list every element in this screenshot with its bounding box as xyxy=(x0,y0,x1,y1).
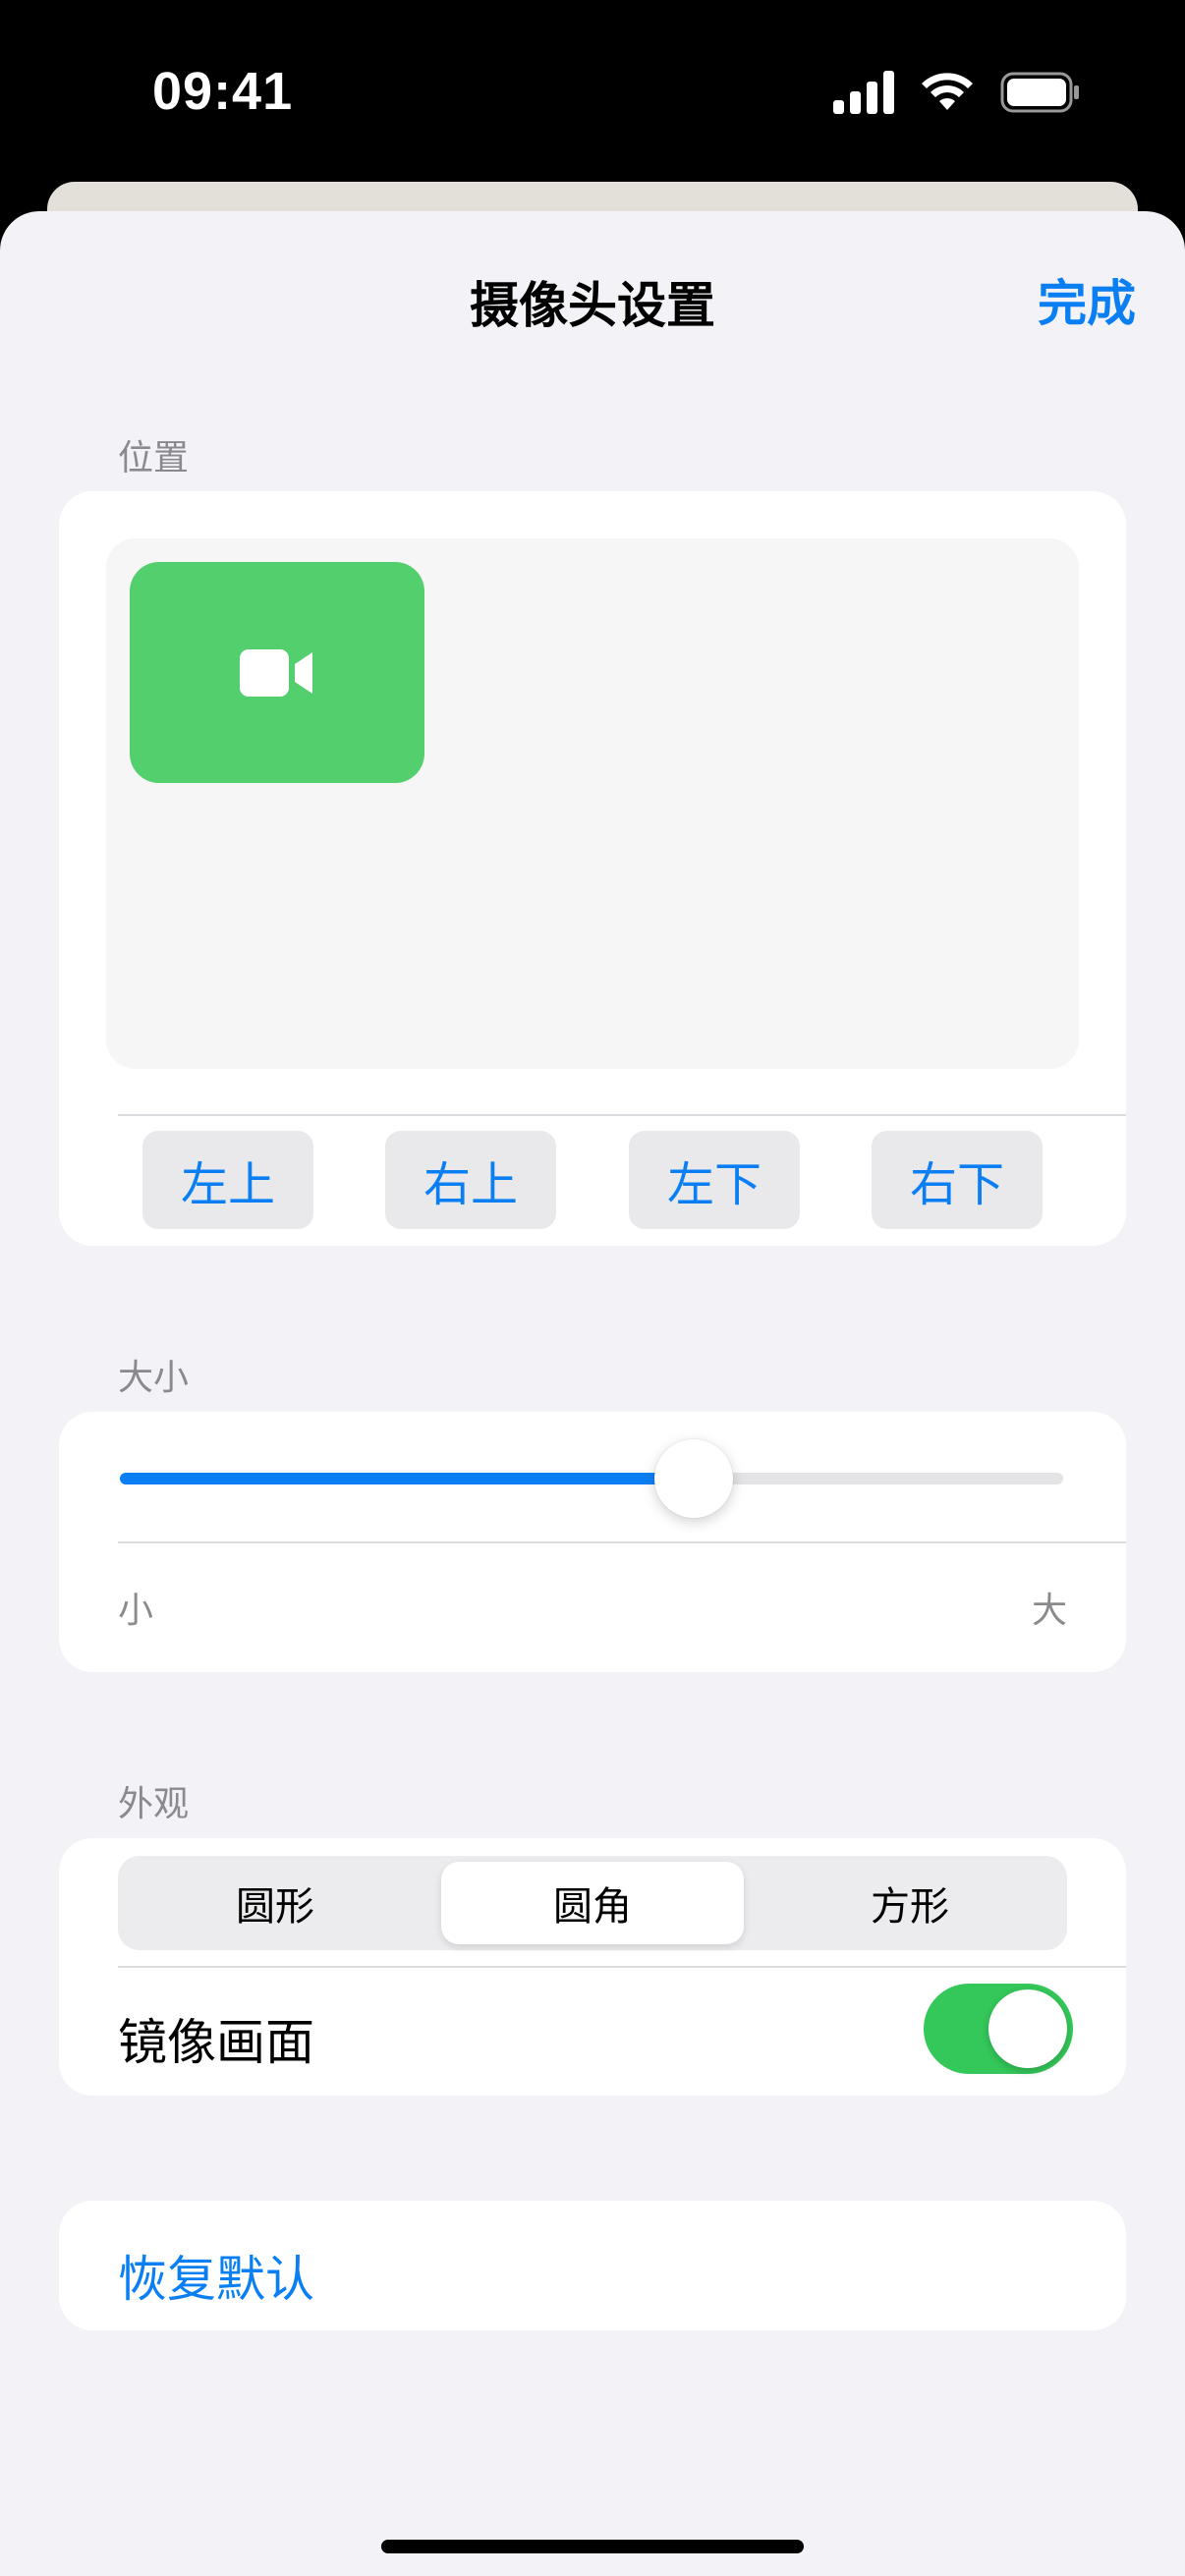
camera-preview-area xyxy=(106,538,1079,1069)
size-min-label: 小 xyxy=(118,1591,154,1631)
status-icons xyxy=(833,71,1081,114)
size-divider xyxy=(118,1541,1126,1543)
screen: 09:41 摄像头设置 完成 位置 左上 右上 左下 右下 大小 小 大 外观 … xyxy=(0,0,1185,2576)
sheet-title: 摄像头设置 xyxy=(470,277,715,334)
size-card: 小 大 xyxy=(59,1412,1126,1672)
camera-tile[interactable] xyxy=(130,562,424,783)
mirror-toggle-knob xyxy=(988,1989,1067,2068)
shape-circle-segment[interactable]: 圆形 xyxy=(124,1862,426,1944)
position-section-label: 位置 xyxy=(118,438,190,478)
done-button[interactable]: 完成 xyxy=(1038,264,1136,335)
position-top-left-button[interactable]: 左上 xyxy=(142,1131,313,1229)
position-bottom-right-button[interactable]: 右下 xyxy=(872,1131,1043,1229)
battery-icon xyxy=(1000,72,1079,113)
size-slider-fill xyxy=(120,1473,694,1484)
status-time: 09:41 xyxy=(152,62,294,121)
wifi-icon xyxy=(922,73,973,110)
appearance-section-label: 外观 xyxy=(118,1784,190,1824)
position-top-right-button[interactable]: 右上 xyxy=(385,1131,556,1229)
mirror-label: 镜像画面 xyxy=(118,2014,314,2071)
size-max-label: 大 xyxy=(1031,1591,1067,1631)
size-slider-thumb[interactable] xyxy=(653,1439,733,1518)
reset-card[interactable]: 恢复默认 xyxy=(59,2201,1126,2330)
shape-segmented-control: 圆形 圆角 方形 xyxy=(118,1856,1067,1950)
home-indicator xyxy=(381,2540,804,2553)
status-bar: 09:41 xyxy=(0,0,1185,187)
mirror-toggle[interactable] xyxy=(924,1984,1073,2074)
video-camera-icon xyxy=(240,648,312,697)
shape-rounded-segment[interactable]: 圆角 xyxy=(441,1862,744,1944)
cellular-signal-icon xyxy=(833,71,894,114)
position-bottom-left-button[interactable]: 左下 xyxy=(629,1131,800,1229)
appearance-divider xyxy=(118,1966,1126,1968)
camera-settings-sheet: 摄像头设置 完成 位置 左上 右上 左下 右下 大小 小 大 外观 圆形 圆角 … xyxy=(0,211,1185,2576)
position-divider xyxy=(118,1114,1126,1116)
shape-square-segment[interactable]: 方形 xyxy=(759,1862,1061,1944)
reset-defaults-button[interactable]: 恢复默认 xyxy=(118,2240,314,2311)
appearance-card: 圆形 圆角 方形 镜像画面 xyxy=(59,1838,1126,2096)
size-slider[interactable] xyxy=(120,1439,1063,1518)
position-card: 左上 右上 左下 右下 xyxy=(59,491,1126,1246)
size-section-label: 大小 xyxy=(118,1358,190,1398)
